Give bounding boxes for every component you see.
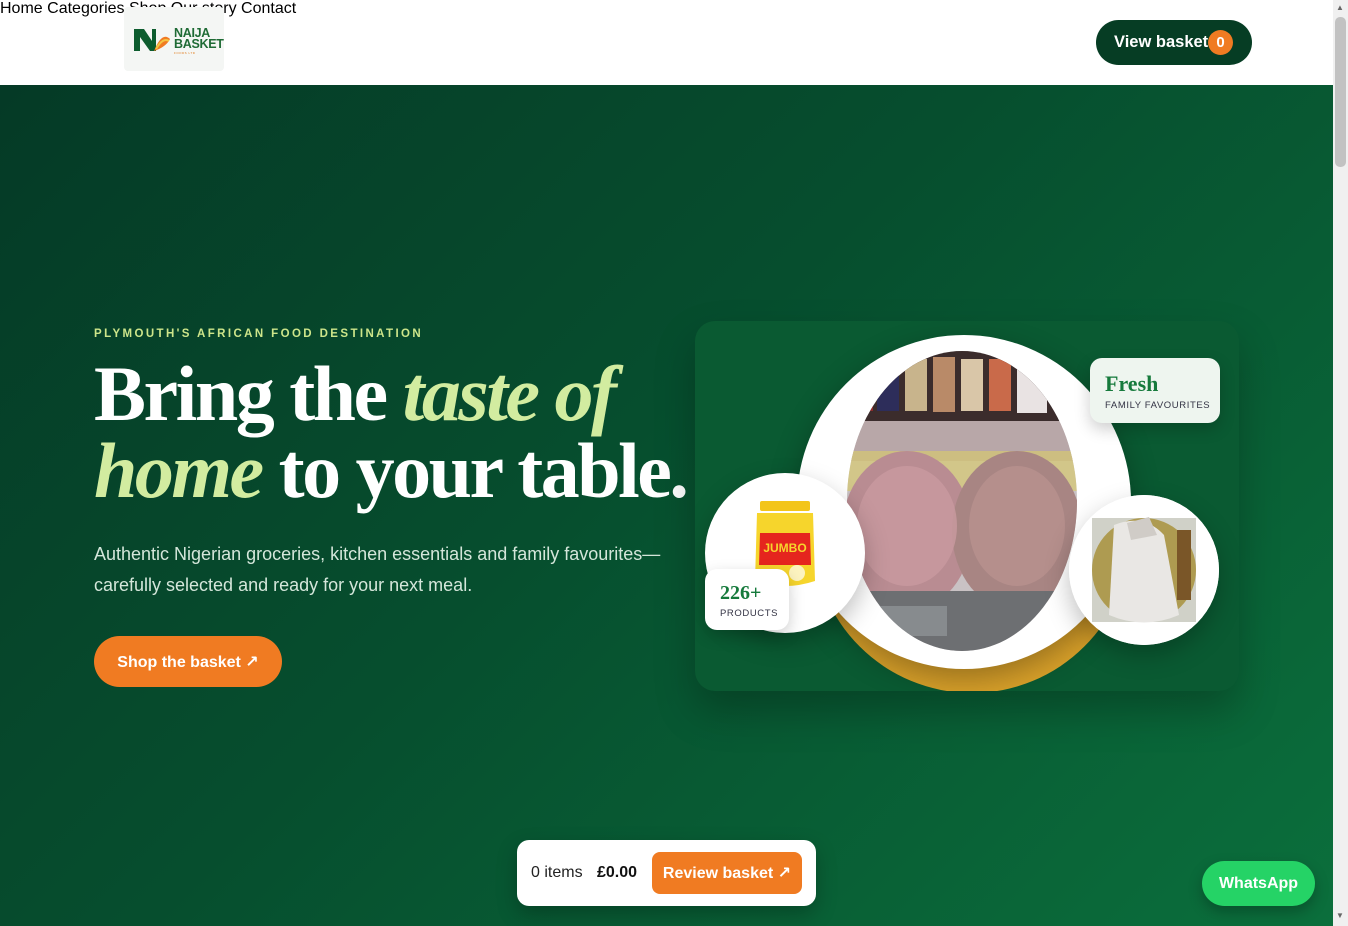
whatsapp-button[interactable]: WhatsApp: [1202, 861, 1315, 906]
site-logo[interactable]: NAIJA BASKET FOODS LTD: [124, 7, 224, 71]
hero-headline: Bring the taste of home to your table.: [94, 350, 689, 514]
products-count: 226+: [720, 582, 762, 604]
hero-eyebrow: PLYMOUTH'S AFRICAN FOOD DESTINATION: [94, 328, 424, 340]
fresh-tag-title: Fresh: [1105, 371, 1159, 396]
scrollbar-thumb[interactable]: [1335, 17, 1346, 167]
floating-cart-bar: 0 items £0.00 Review basket ↗: [517, 840, 816, 906]
products-count-tag: 226+ PRODUCTS: [705, 569, 789, 630]
view-basket-button[interactable]: View basket 0: [1096, 20, 1252, 65]
sack-image: [1069, 495, 1219, 645]
hero-section: PLYMOUTH'S AFRICAN FOOD DESTINATION Brin…: [0, 85, 1333, 926]
shop-the-basket-button[interactable]: Shop the basket ↗: [94, 636, 282, 687]
logo-wordmark: NAIJA BASKET: [174, 26, 224, 51]
page-scrollbar[interactable]: ▲ ▼: [1333, 0, 1348, 926]
hero-visual-card: JUMBO Fresh FAMILY FAVOURITES 226+ PRODU…: [695, 321, 1239, 691]
basket-count-badge: 0: [1208, 30, 1233, 55]
jar-label: JUMBO: [763, 541, 806, 555]
cart-items-count: 0 items: [531, 864, 583, 881]
view-basket-label: View basket: [1114, 33, 1209, 51]
grain-sack-photo: [1069, 495, 1219, 645]
fresh-tag-subtitle: FAMILY FAVOURITES: [1105, 400, 1211, 411]
scroll-up-arrow-icon[interactable]: ▲: [1336, 3, 1344, 12]
nav-contact[interactable]: Contact: [241, 0, 296, 17]
nav-categories[interactable]: Categories: [47, 0, 124, 17]
cart-total: £0.00: [597, 864, 638, 881]
products-label: PRODUCTS: [720, 608, 779, 619]
scroll-down-arrow-icon[interactable]: ▼: [1336, 911, 1344, 920]
review-basket-button[interactable]: Review basket ↗: [652, 852, 802, 894]
meat-bags-image: [847, 351, 1077, 651]
nav-home[interactable]: Home: [0, 0, 43, 17]
site-header: NAIJA BASKET FOODS LTD Home Categories S…: [0, 0, 1333, 85]
logo-mark-icon: [134, 29, 170, 51]
fresh-tag: Fresh FAMILY FAVOURITES: [1090, 358, 1220, 423]
hero-description: Authentic Nigerian groceries, kitchen es…: [94, 544, 661, 595]
logo-subtitle: FOODS LTD: [174, 51, 196, 55]
